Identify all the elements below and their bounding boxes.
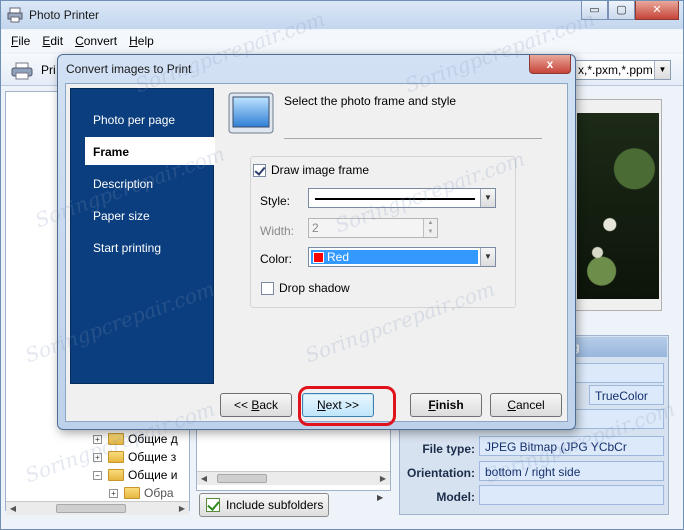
file-type-label: File type: — [422, 442, 475, 456]
list-horizontal-scrollbar[interactable]: ◀ ▶ — [197, 471, 390, 485]
model-label: Model: — [436, 490, 475, 504]
finish-button[interactable]: Finish — [410, 393, 482, 417]
wizard-steps-panel: Photo per page Frame Description Paper s… — [70, 88, 215, 384]
color-selected: Red — [311, 250, 478, 264]
menu-help[interactable]: Help — [123, 30, 160, 52]
chevron-down-icon[interactable]: ▼ — [480, 248, 495, 266]
tree-item[interactable]: + Обра — [109, 485, 174, 501]
expand-icon[interactable]: + — [93, 452, 102, 462]
expand-icon[interactable]: + — [93, 434, 102, 444]
menu-edit[interactable]: Edit — [36, 30, 69, 52]
menu-convert[interactable]: Convert — [69, 30, 123, 52]
line-style-preview — [315, 198, 475, 200]
menu-file[interactable]: File — [5, 30, 36, 52]
collapse-icon[interactable]: − — [93, 470, 102, 480]
monitor-icon — [228, 92, 274, 134]
width-spinner[interactable]: 2 ▲ ▼ — [308, 218, 438, 238]
photo-preview — [577, 113, 659, 299]
tree-item[interactable]: + Общие з — [93, 449, 176, 465]
color-combo[interactable]: Red ▼ — [308, 247, 496, 267]
folder-icon — [108, 451, 124, 463]
minimize-button[interactable]: ▭ — [581, 1, 608, 20]
checkmark-icon — [206, 498, 220, 512]
style-combo[interactable]: ▼ — [308, 188, 496, 208]
title-bar: Photo Printer ▭ ▢ ✕ — [1, 1, 683, 29]
scroll-right-icon[interactable]: ▶ — [377, 493, 383, 502]
scroll-left-icon[interactable]: ◀ — [197, 472, 211, 485]
expand-icon[interactable]: + — [109, 488, 118, 498]
model-value — [479, 485, 664, 505]
file-type-value: JPEG Bitmap (JPG YCbCr — [479, 436, 664, 456]
orientation-value: bottom / right side — [479, 461, 664, 481]
header-divider — [284, 138, 542, 139]
dialog-close-button[interactable]: x — [529, 55, 571, 74]
include-subfolders-checkbox[interactable]: Include subfolders — [199, 493, 329, 517]
color-swatch — [313, 251, 324, 263]
info-header: ng — [561, 337, 667, 357]
tree-item[interactable]: − Общие и — [93, 467, 178, 483]
scroll-right-icon[interactable]: ▶ — [376, 472, 390, 485]
dialog-title: Convert images to Print — [66, 62, 192, 76]
back-button[interactable]: << Back — [220, 393, 292, 417]
dialog-client: Photo per page Frame Description Paper s… — [65, 83, 568, 426]
style-label: Style: — [260, 194, 291, 208]
print-button-label[interactable]: Pri — [41, 63, 56, 77]
step-paper-size[interactable]: Paper size — [71, 201, 213, 229]
chevron-down-icon[interactable]: ▼ — [480, 189, 495, 207]
step-start-printing[interactable]: Start printing — [71, 233, 213, 261]
scroll-right-icon[interactable]: ▶ — [175, 502, 189, 515]
close-button[interactable]: ✕ — [635, 1, 679, 20]
maximize-button[interactable]: ▢ — [608, 1, 635, 20]
chevron-down-icon[interactable]: ▼ — [654, 61, 670, 79]
width-label: Width: — [260, 224, 295, 238]
tree-horizontal-scrollbar[interactable]: ◀ ▶ — [6, 501, 189, 515]
step-frame[interactable]: Frame — [85, 137, 215, 165]
info-value-blank — [561, 363, 664, 383]
info-value-color: TrueColor — [589, 385, 664, 405]
scroll-left-icon[interactable]: ◀ — [6, 502, 20, 515]
color-label: Color: — [260, 252, 293, 266]
draw-frame-checkbox[interactable]: Draw image frame — [253, 163, 369, 177]
cancel-button[interactable]: Cancel — [490, 393, 562, 417]
menu-bar: File Edit Convert Help — [1, 30, 683, 52]
spin-arrows-icon[interactable]: ▲ ▼ — [423, 219, 437, 237]
convert-dialog: Convert images to Print x Photo per page… — [57, 54, 576, 430]
checkmark-icon — [253, 163, 266, 177]
step-description[interactable]: Description — [71, 169, 213, 197]
next-button-highlight — [298, 386, 396, 426]
printer-app-icon — [7, 7, 23, 23]
drop-shadow-checkbox[interactable]: Drop shadow — [261, 281, 350, 295]
tree-item[interactable]: + Общие д — [93, 431, 178, 447]
folder-icon — [108, 433, 124, 445]
window-controls: ▭ ▢ ✕ — [581, 1, 679, 21]
folder-icon — [108, 469, 124, 481]
checkbox-box — [261, 281, 274, 295]
info-value-blank — [561, 409, 664, 429]
app-title: Photo Printer — [29, 8, 100, 22]
step-header-text: Select the photo frame and style — [284, 94, 457, 108]
print-icon[interactable] — [11, 62, 33, 80]
folder-icon — [124, 487, 140, 499]
scroll-thumb[interactable] — [56, 504, 126, 513]
orientation-label: Orientation: — [407, 466, 475, 480]
scroll-thumb[interactable] — [217, 474, 267, 483]
step-photo-per-page[interactable]: Photo per page — [71, 105, 213, 133]
